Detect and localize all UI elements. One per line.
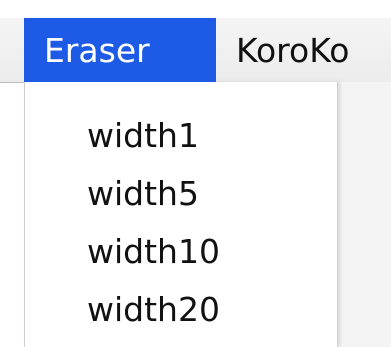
- menu-bar: Eraser KoroKo: [0, 0, 391, 83]
- menu-item-label: width1: [87, 115, 199, 155]
- menu-item-width20[interactable]: width20: [25, 280, 337, 338]
- menu-item-width10[interactable]: width10: [25, 222, 337, 280]
- menu-bar-top-edge: [0, 0, 391, 18]
- menu-item-width1[interactable]: width1: [25, 106, 337, 164]
- window-content-area: [336, 82, 391, 347]
- menu-eraser-label: Eraser: [44, 30, 150, 70]
- menu-koroko[interactable]: KoroKo: [226, 18, 349, 82]
- menu-eraser[interactable]: Eraser: [24, 18, 216, 82]
- menu-item-width5[interactable]: width5: [25, 164, 337, 222]
- eraser-dropdown-menu: width1 width5 width10 width20: [24, 82, 338, 347]
- app-window: Eraser KoroKo width1 width5 width10 widt…: [0, 0, 391, 347]
- menu-koroko-label: KoroKo: [236, 30, 350, 70]
- menu-item-label: width5: [87, 173, 199, 213]
- menu-item-label: width10: [87, 231, 220, 271]
- menu-item-label: width20: [87, 289, 220, 329]
